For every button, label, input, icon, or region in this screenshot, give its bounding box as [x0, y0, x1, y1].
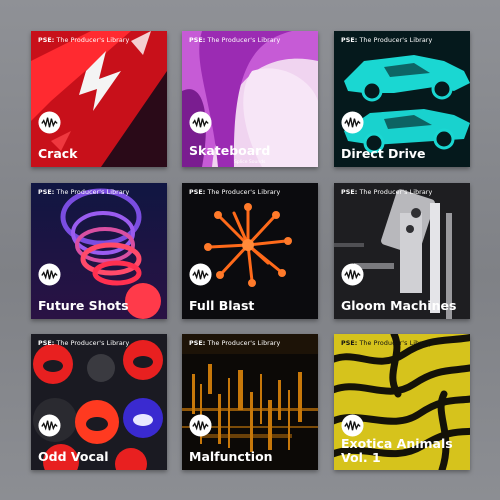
series-label: PSE: The Producer's Library [341, 189, 433, 196]
pack-tile-gloom-machines[interactable]: PSE: The Producer's Library Gloom Machin… [334, 183, 470, 319]
pack-title-line-2: Vol. 1 [341, 450, 381, 465]
pse-waveform-logo-icon [341, 414, 364, 437]
pack-title: Crack [38, 146, 78, 161]
pse-waveform-logo-icon [38, 414, 61, 437]
pack-tile-exotica-animals[interactable]: PSE: The Producer's Library Exotica Anim… [334, 334, 470, 470]
pack-title: Exotica Animals Vol. 1 [341, 437, 453, 465]
pse-waveform-logo-icon [38, 111, 61, 134]
series-label: PSE: The Producer's Library [38, 189, 130, 196]
pack-title: Skateboard [189, 143, 271, 158]
pse-waveform-logo-icon [341, 263, 364, 286]
pack-title-line-1: Exotica Animals [341, 436, 453, 451]
pack-tile-future-shots[interactable]: PSE: The Producer's Library Future Shots [31, 183, 167, 319]
pack-title: Direct Drive [341, 146, 426, 161]
pse-waveform-logo-icon [189, 111, 212, 134]
pack-title: Gloom Machines [341, 298, 457, 313]
pack-title: Malfunction [189, 449, 273, 464]
series-label: PSE: The Producer's Library [341, 37, 433, 44]
series-label: PSE: The Producer's Library [38, 340, 130, 347]
series-label: PSE: The Producer's Library [189, 189, 281, 196]
pse-waveform-logo-icon [38, 263, 61, 286]
series-label: PSE: The Producer's Library [189, 37, 281, 44]
pse-waveform-logo-icon [189, 414, 212, 437]
pack-tile-skateboard[interactable]: PSE: The Producer's Library Skateboard S… [182, 31, 318, 167]
pack-tile-odd-vocal[interactable]: PSE: The Producer's Library Odd Vocal [31, 334, 167, 470]
series-label: PSE: The Producer's Library [38, 37, 130, 44]
pack-tile-direct-drive[interactable]: PSE: The Producer's Library Direct Drive [334, 31, 470, 167]
pse-waveform-logo-icon [189, 263, 212, 286]
series-label: PSE: The Producer's Library [341, 340, 433, 347]
pack-title: Future Shots [38, 298, 129, 313]
pack-title: Odd Vocal [38, 449, 109, 464]
pack-tile-full-blast[interactable]: PSE: The Producer's Library Full Blast [182, 183, 318, 319]
pack-tile-malfunction[interactable]: PSE: The Producer's Library Malfunction [182, 334, 318, 470]
pse-waveform-logo-icon [341, 111, 364, 134]
publisher-label: Splice Sounds [234, 160, 266, 165]
sample-pack-grid: PSE: The Producer's Library Crack PSE: T… [0, 0, 500, 500]
pack-title: Full Blast [189, 298, 255, 313]
pack-tile-crack[interactable]: PSE: The Producer's Library Crack [31, 31, 167, 167]
series-label: PSE: The Producer's Library [189, 340, 281, 347]
